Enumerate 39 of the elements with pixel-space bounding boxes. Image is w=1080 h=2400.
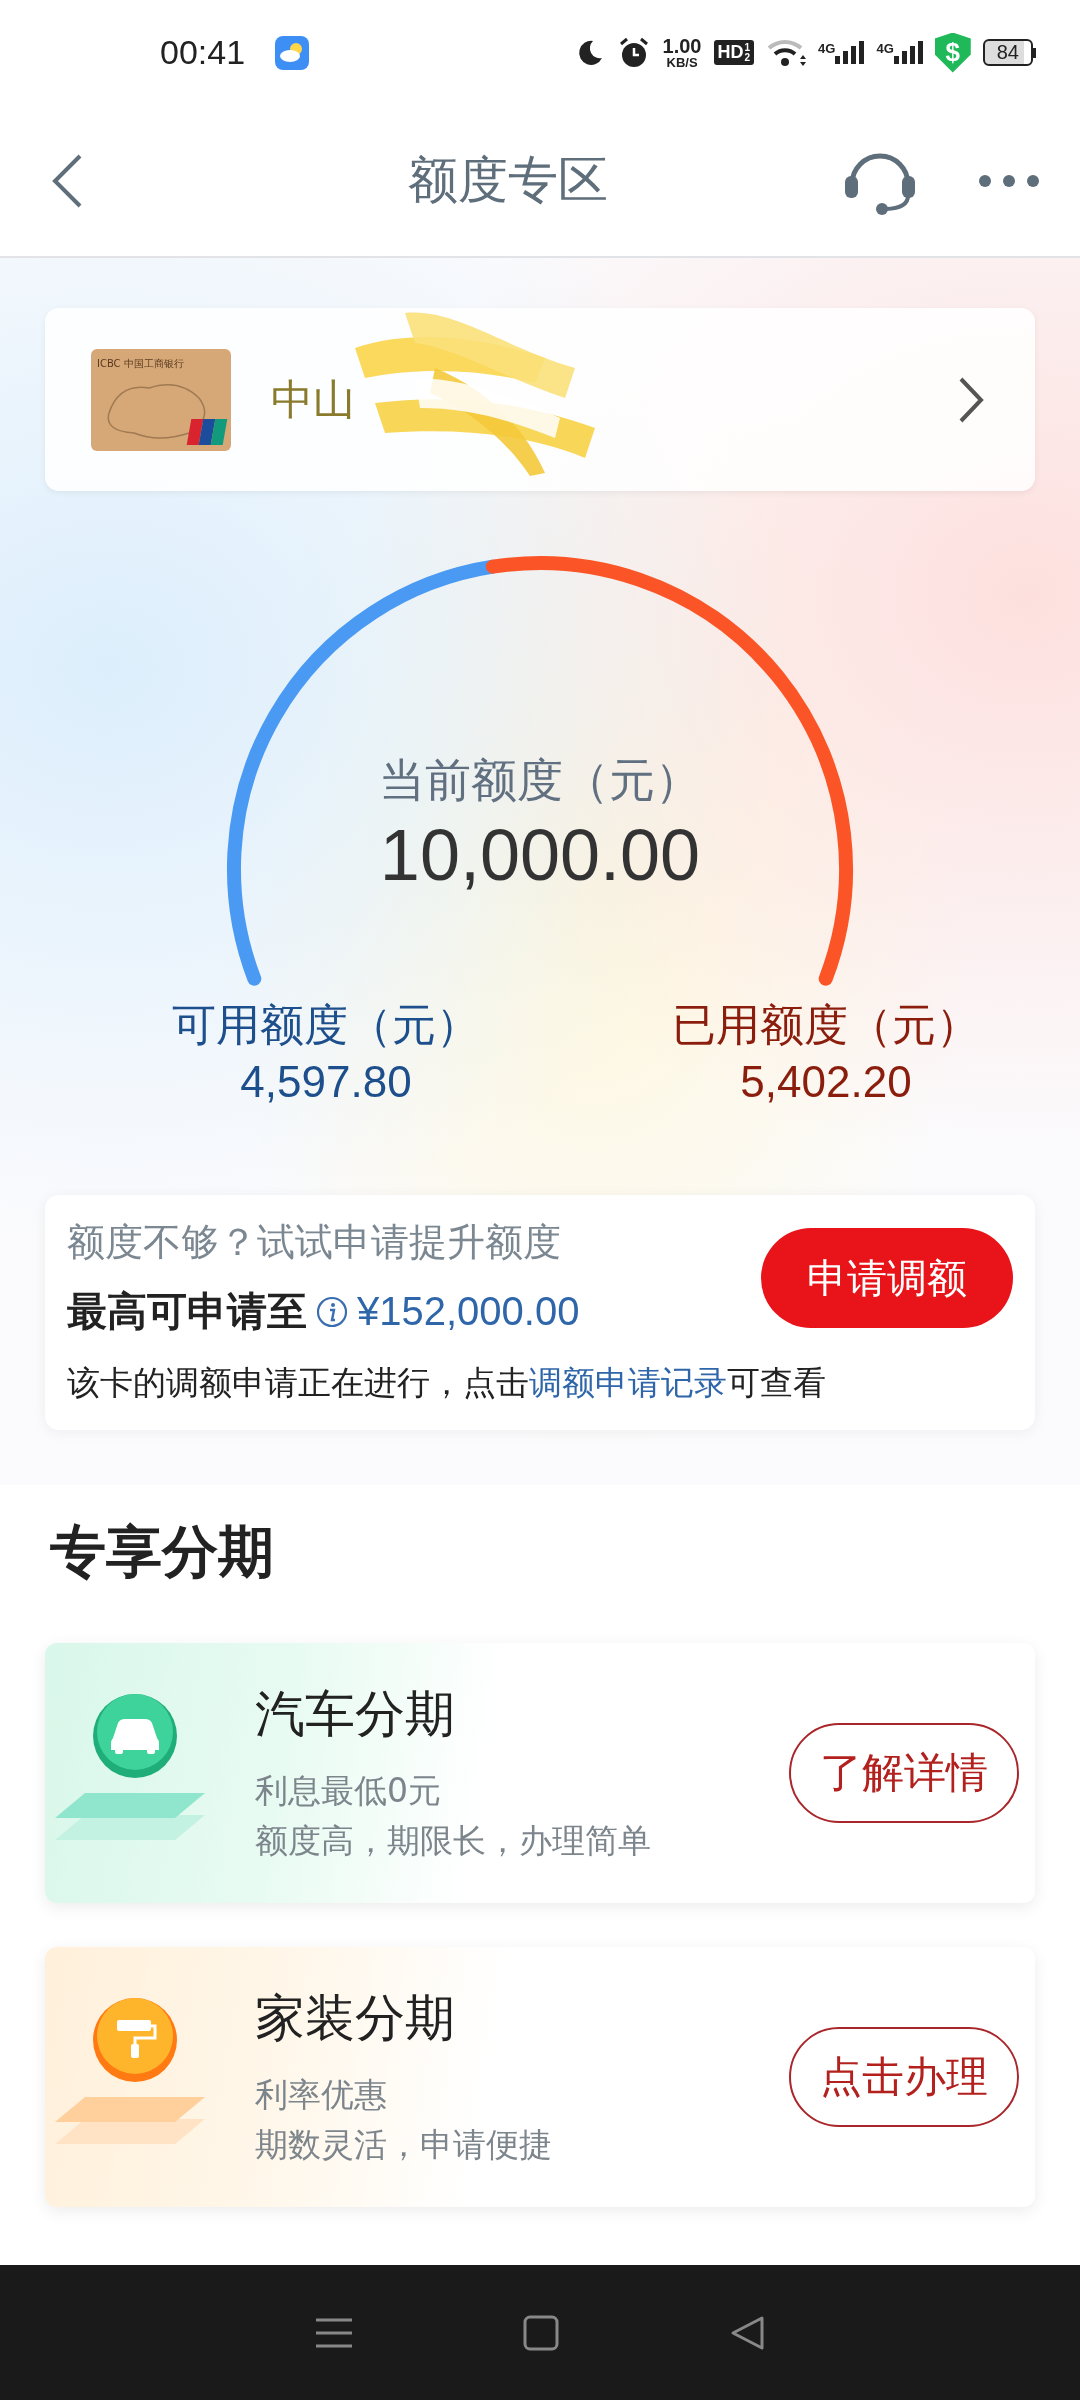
signal-indicator: 4G xyxy=(876,41,923,64)
apply-button[interactable]: 申请调额 xyxy=(761,1228,1013,1328)
signal-indicator: 4G xyxy=(818,41,865,64)
installment-feature: 期数灵活，申请便捷 xyxy=(255,2123,553,2166)
limit-label: 当前额度（元） xyxy=(379,752,701,809)
menu-icon[interactable] xyxy=(315,2316,353,2349)
installment-feature: 利息最低0元 xyxy=(255,1770,442,1812)
home-icon[interactable] xyxy=(523,2314,559,2351)
battery-indicator: 84 xyxy=(982,39,1036,66)
back-triangle-icon[interactable] xyxy=(729,2314,765,2351)
page-title: 额度专区 xyxy=(407,150,609,211)
section-title: 专享分期 xyxy=(50,1518,275,1586)
shield-icon: $ xyxy=(934,32,971,73)
available-amount: 4,597.80 xyxy=(240,1057,412,1107)
status-time: 00:41 xyxy=(160,33,246,72)
max-limit-amount: ¥152,000.00 xyxy=(357,1289,580,1334)
used-amount: 5,402.20 xyxy=(740,1057,912,1107)
installment-feature: 利率优惠 xyxy=(255,2074,388,2116)
card-selector[interactable]: ICBC 中国工商银行 中山 xyxy=(45,308,1035,491)
progress-note: 该卡的调额申请正在进行，点击调额申请记录可查看 xyxy=(67,1362,827,1404)
installment-feature: 额度高，期限长，办理简单 xyxy=(255,1819,652,1862)
installment-title: 汽车分期 xyxy=(255,1684,456,1745)
max-limit-label: 最高可申请至 xyxy=(67,1287,307,1336)
used-label: 已用额度（元） xyxy=(672,998,980,1052)
limit-amount: 10,000.00 xyxy=(379,814,701,896)
installment-button[interactable]: 了解详情 xyxy=(789,1723,1019,1823)
info-icon[interactable] xyxy=(315,1294,349,1329)
limit-hint: 额度不够？试试申请提升额度 xyxy=(67,1219,562,1266)
card-name: 中山 xyxy=(271,373,355,426)
more-icon[interactable] xyxy=(978,173,1040,188)
record-link[interactable]: 调额申请记录 xyxy=(529,1363,727,1402)
network-speed: 1.00 KB/S xyxy=(662,36,702,69)
bank-card-drawing: ICBC 中国工商银行 xyxy=(91,348,231,451)
weather-icon xyxy=(275,35,310,70)
installment-button[interactable]: 点击办理 xyxy=(789,2027,1019,2127)
chevron-right-icon xyxy=(957,375,985,424)
back-icon[interactable] xyxy=(50,152,84,209)
available-label: 可用额度（元） xyxy=(172,998,480,1052)
installment-title: 家装分期 xyxy=(255,1988,456,2049)
